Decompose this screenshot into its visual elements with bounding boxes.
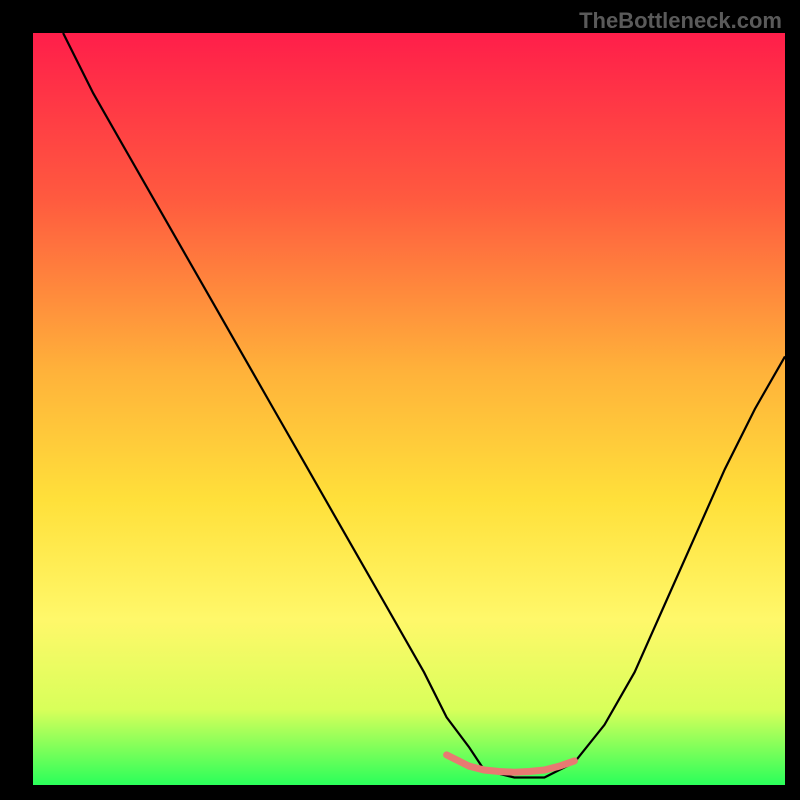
bottleneck-chart bbox=[0, 0, 800, 800]
plot-background bbox=[33, 33, 785, 785]
watermark-text: TheBottleneck.com bbox=[579, 8, 782, 34]
chart-svg bbox=[0, 0, 800, 800]
